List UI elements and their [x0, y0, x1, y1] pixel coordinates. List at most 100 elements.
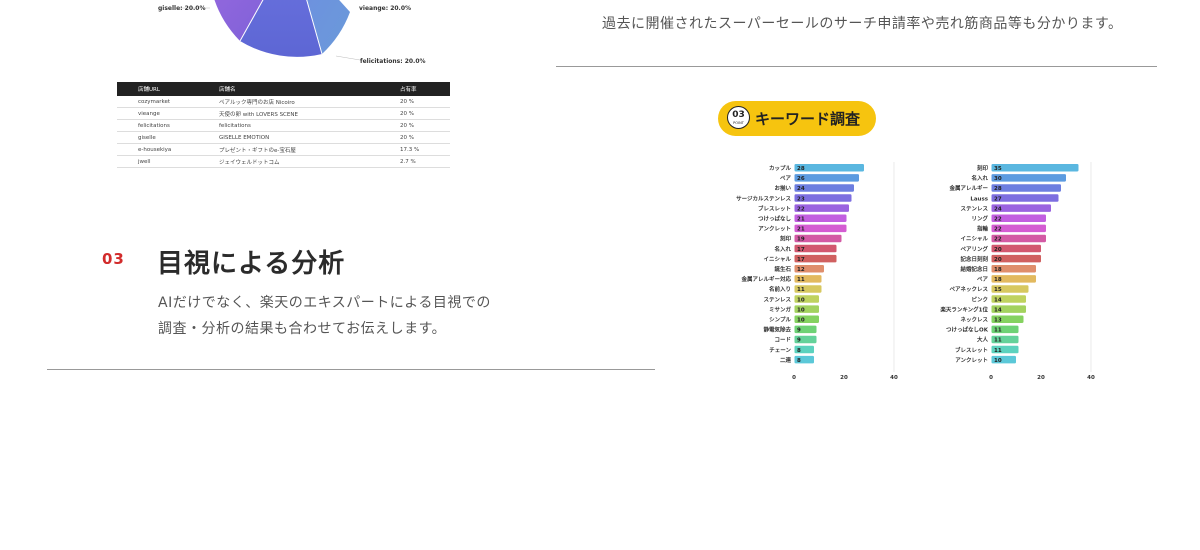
table-cell-url: cozymarket: [117, 96, 219, 108]
bar-value-label: 14: [994, 297, 1002, 303]
bar-value-label: 19: [797, 237, 805, 243]
table-cell-shop: ジェイウェルドットコム: [219, 155, 400, 168]
table-cell-share: 20 %: [400, 119, 450, 132]
keyword-bar-chart-right: 刻印 35 名入れ 30 金属アレルギー 28 Lauss 27 ステンレス 24 リング 22 指輪 2…: [927, 160, 1095, 385]
bar-category-label: ペアリング: [960, 245, 988, 253]
table-row: e-housekiya プレゼント・ギフトのe-宝石屋 17.3 %: [117, 143, 450, 156]
bar-value-label: 24: [994, 206, 1002, 212]
pie-svg: [180, 0, 361, 61]
bar-value-label: 10: [797, 318, 805, 324]
bar-value-label: 35: [994, 166, 1002, 172]
table-cell-shop: 天使の卵 with LOVERS SCENE: [219, 107, 400, 120]
table-cell-shop: プレゼント・ギフトのe-宝石屋: [219, 143, 400, 156]
bar-value-label: 13: [994, 318, 1002, 324]
table-cell-shop: felicitations: [219, 119, 400, 132]
pie-label-vieange: vieange: 20.0%: [359, 5, 412, 12]
bar-category-label: つけっぱなしOK: [946, 326, 989, 334]
bar-category-label: ピンク: [971, 295, 988, 303]
point-number: 03: [732, 110, 745, 120]
table-cell-share: 20 %: [400, 107, 450, 120]
bar-category-label: お揃い: [774, 184, 791, 192]
bar-value-label: 17: [797, 247, 805, 253]
bar-category-label: ペア: [780, 175, 792, 182]
bar-category-label: つけっぱなし: [758, 215, 792, 223]
bar-value-label: 27: [994, 196, 1002, 202]
bar-category-label: カップル: [769, 164, 792, 172]
bar-category-label: ネックレス: [960, 316, 988, 324]
bar-value-label: 22: [994, 237, 1002, 243]
bar-category-label: Lauss: [970, 196, 988, 202]
bar-value-label: 18: [994, 267, 1002, 273]
badge-title: キーワード調査: [755, 110, 861, 128]
table-row: vieange 天使の卵 with LOVERS SCENE 20 %: [117, 107, 450, 120]
table-cell-share: 20 %: [400, 96, 450, 108]
bar-category-label: リング: [971, 215, 988, 223]
bar-value-label: 28: [797, 166, 805, 172]
keyword-chart-svg: カップル 28 ペア 26 お揃い 24 サージカルステンレス 23 ブレスレット 22 つけっぱな…: [736, 162, 898, 381]
bar-value-label: 30: [994, 176, 1002, 182]
bar-category-label: 結婚記念日: [960, 265, 988, 273]
bar-value-label: 11: [994, 348, 1002, 354]
table-row: cozymarket ペアルック専門のお店 Nicoiro 20 %: [117, 96, 450, 108]
table-cell-shop: ペアルック専門のお店 Nicoiro: [219, 96, 400, 108]
bar-value-label: 10: [994, 358, 1002, 364]
bar-value-label: 11: [797, 277, 805, 283]
bar-category-label: 名入れ: [774, 245, 791, 253]
bar-value-label: 8: [797, 348, 801, 354]
keyword-research-badge: 03 POINT キーワード調査: [718, 101, 876, 136]
bar-category-label: ブレスレット: [955, 346, 988, 354]
x-tick-label: 20: [1037, 375, 1045, 381]
bar-value-label: 22: [994, 227, 1002, 233]
bar-category-label: 誕生石: [774, 265, 791, 273]
bar-value-label: 26: [797, 176, 805, 182]
x-tick-label: 0: [792, 375, 796, 381]
bar-category-label: ミサンガ: [769, 305, 792, 313]
divider: [556, 66, 1157, 67]
supersale-description: 過去に開催されたスーパーセールのサーチ申請率や売れ筋商品等も分かります。: [602, 16, 1123, 32]
bar-value-label: 22: [994, 217, 1002, 223]
bar-value-label: 11: [994, 338, 1002, 344]
bar-value-label: 21: [797, 227, 805, 233]
bar-category-label: ブレスレット: [758, 204, 791, 212]
bar-value-label: 14: [994, 307, 1002, 313]
bar-value-label: 12: [797, 267, 805, 273]
bar-category-label: 楽天ランキング1位: [940, 305, 988, 313]
bar-category-label: 刻印: [780, 235, 792, 243]
bar-value-label: 28: [994, 186, 1002, 192]
bar-category-label: 名入れ: [971, 174, 988, 182]
bar-category-label: ペアネックレス: [949, 285, 988, 293]
bar-category-label: 大人: [977, 336, 989, 344]
bar-value-label: 9: [797, 328, 801, 334]
bar-category-label: イニシャル: [763, 256, 791, 263]
bar-category-label: シンプル: [769, 316, 791, 324]
bar-value-label: 10: [797, 307, 805, 313]
table-header-share: 占有率: [400, 82, 450, 96]
pie-label-felicitations: felicitations: 20.0%: [360, 58, 426, 65]
bar-value-label: 11: [797, 287, 805, 293]
table-cell-url: giselle: [117, 131, 219, 144]
table-cell-url: vieange: [117, 107, 219, 120]
bar-category-label: アンクレット: [955, 356, 988, 364]
bar-category-label: 名前入り: [769, 285, 791, 293]
section-text-line-1: AIだけでなく、楽天のエキスパートによる目視での: [158, 295, 491, 311]
bar-value-label: 9: [797, 338, 801, 344]
bar-value-label: 24: [797, 186, 805, 192]
bar-category-label: コード: [774, 337, 791, 344]
bar: [794, 164, 864, 172]
table-cell-url: jwell: [117, 155, 219, 168]
bar-value-label: 8: [797, 358, 801, 364]
bar-category-label: ステンレス: [960, 205, 988, 212]
bar-category-label: 金属アレルギー対応: [740, 275, 791, 283]
bar-value-label: 15: [994, 287, 1002, 293]
table-row: giselle GISELLE EMOTION 20 %: [117, 131, 450, 144]
bar-category-label: 刻印: [977, 164, 989, 172]
table-row: felicitations felicitations 20 %: [117, 119, 450, 132]
table-cell-share: 20 %: [400, 131, 450, 144]
bar-value-label: 10: [797, 297, 805, 303]
bar-value-label: 11: [994, 328, 1002, 334]
point-number-icon: 03 POINT: [727, 106, 750, 129]
section-number: 03: [102, 250, 125, 268]
bar-category-label: 記念日刻刻: [960, 255, 988, 263]
table-cell-share: 2.7 %: [400, 155, 450, 168]
bar-value-label: 22: [797, 206, 805, 212]
